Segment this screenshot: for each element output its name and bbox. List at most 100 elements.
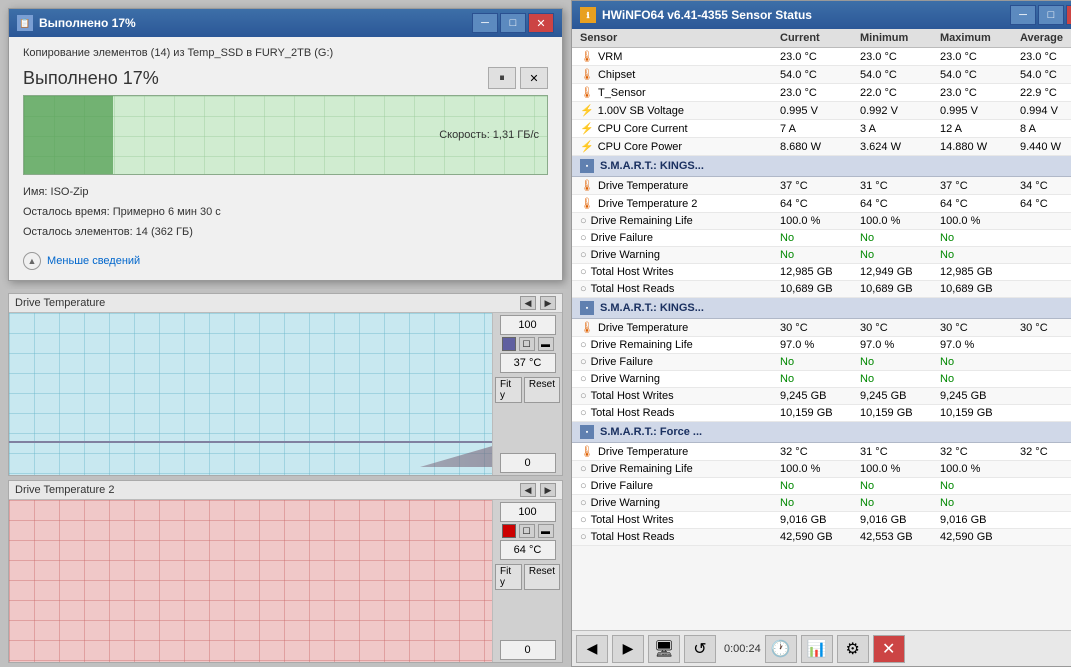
table-row: ○Drive Failure NoNoNo bbox=[572, 230, 1071, 247]
section-icon-3: ▪ bbox=[580, 425, 594, 439]
cancel-copy-button[interactable]: ✕ bbox=[520, 67, 548, 89]
pause-button[interactable]: ⏸ bbox=[488, 67, 516, 89]
hwinfo-maximize[interactable]: □ bbox=[1038, 5, 1064, 25]
chart-graph-2 bbox=[9, 500, 492, 662]
reset-btn-1[interactable]: Reset bbox=[524, 377, 560, 403]
col-current: Current bbox=[776, 31, 856, 45]
sensor-name: ○Drive Failure bbox=[576, 479, 776, 493]
val-min: 3 A bbox=[856, 122, 936, 136]
sensor-name: ○Drive Remaining Life bbox=[576, 462, 776, 476]
val-max: 23.0 °C bbox=[936, 50, 1016, 64]
val-max: 23.0 °C bbox=[936, 86, 1016, 100]
nav-next-button[interactable]: ▶ bbox=[612, 635, 644, 663]
close-button[interactable]: ✕ bbox=[528, 13, 554, 33]
section-title-1: S.M.A.R.T.: KINGS... bbox=[600, 160, 704, 172]
progress-bar: Скорость: 1,31 ГБ/с bbox=[23, 95, 548, 175]
chart-panel-1: Drive Temperature ◀ ▶ 100 ☐ ▬ bbox=[8, 293, 563, 476]
section-icon-2: ▪ bbox=[580, 301, 594, 315]
val-min: 22.0 °C bbox=[856, 86, 936, 100]
chart-max-val-1: 100 bbox=[500, 315, 556, 335]
scroll-left-2[interactable]: ◀ bbox=[520, 483, 536, 497]
scroll-left-1[interactable]: ◀ bbox=[520, 296, 536, 310]
val-min: 23.0 °C bbox=[856, 50, 936, 64]
reset-button[interactable]: ↺ bbox=[684, 635, 716, 663]
color-check-1[interactable]: ☐ bbox=[519, 337, 535, 351]
chart-grid-1 bbox=[9, 313, 492, 475]
progress-controls: ⏸ ✕ bbox=[488, 67, 548, 89]
details-toggle[interactable]: ▲ Меньше сведений bbox=[23, 252, 548, 270]
nav-prev-button[interactable]: ◀ bbox=[576, 635, 608, 663]
chart-title-bar-2: Drive Temperature 2 ◀ ▶ bbox=[9, 481, 562, 500]
settings-button[interactable]: ⚙ bbox=[837, 635, 869, 663]
table-row: ○Total Host Reads 42,590 GB42,553 GB42,5… bbox=[572, 529, 1071, 546]
table-row: ○Drive Remaining Life 100.0 %100.0 %100.… bbox=[572, 213, 1071, 230]
val-min: 54.0 °C bbox=[856, 68, 936, 82]
sensor-name: ○Total Host Writes bbox=[576, 265, 776, 279]
hwinfo-close[interactable]: ✕ bbox=[1066, 5, 1071, 25]
sensor-scroll-area[interactable]: 🌡VRM 23.0 °C 23.0 °C 23.0 °C 23.0 °C 🌡Ch… bbox=[572, 48, 1071, 630]
circle-icon: ○ bbox=[580, 249, 587, 261]
col-sensor: Sensor bbox=[576, 31, 776, 45]
val-current: 54.0 °C bbox=[776, 68, 856, 82]
hwinfo-statusbar: ◀ ▶ 🖥 ↺ 0:00:24 🕐 📊 ⚙ ✕ bbox=[572, 630, 1071, 666]
fit-btn-1[interactable]: Fit y bbox=[495, 377, 522, 403]
table-row: 🌡Drive Temperature 37 °C31 °C37 °C34 °C bbox=[572, 177, 1071, 195]
color-check-2[interactable]: ☐ bbox=[519, 524, 535, 538]
circle-icon: ○ bbox=[580, 514, 587, 526]
reset-btn-2[interactable]: Reset bbox=[524, 564, 560, 590]
color-line-1[interactable]: ▬ bbox=[538, 337, 554, 351]
sensor-name: ○Total Host Writes bbox=[576, 513, 776, 527]
charts-area: Drive Temperature ◀ ▶ 100 ☐ ▬ bbox=[0, 289, 571, 667]
color-line-2[interactable]: ▬ bbox=[538, 524, 554, 538]
close-statusbar-button[interactable]: ✕ bbox=[873, 635, 905, 663]
hwinfo-minimize[interactable]: ─ bbox=[1010, 5, 1036, 25]
sensor-name: 🌡Drive Temperature bbox=[576, 320, 776, 335]
sensor-name: ○Total Host Reads bbox=[576, 406, 776, 420]
sensor-name: ⚡1.00V SB Voltage bbox=[576, 103, 776, 118]
table-row: ○Total Host Writes 12,985 GB12,949 GB12,… bbox=[572, 264, 1071, 281]
hwinfo-titlebar-controls: ─ □ ✕ bbox=[1010, 5, 1071, 25]
monitor-button[interactable]: 🖥 bbox=[648, 635, 680, 663]
hwinfo-title-left: ℹ HWiNFO64 v6.41-4355 Sensor Status bbox=[580, 7, 812, 23]
fit-btn-2[interactable]: Fit y bbox=[495, 564, 522, 590]
sensor-name: ⚡CPU Core Current bbox=[576, 121, 776, 136]
table-row: 🌡Drive Temperature 30 °C30 °C30 °C30 °C bbox=[572, 319, 1071, 337]
circle-icon: ○ bbox=[580, 339, 587, 351]
progress-title: Выполнено 17% bbox=[23, 68, 159, 89]
chart-min-val-2: 0 bbox=[500, 640, 556, 660]
chart-controls-2: ◀ ▶ bbox=[520, 483, 556, 497]
report-button[interactable]: 📊 bbox=[801, 635, 833, 663]
clock-button[interactable]: 🕐 bbox=[765, 635, 797, 663]
col-minimum: Minimum bbox=[856, 31, 936, 45]
bolt-icon: ⚡ bbox=[580, 104, 594, 117]
circle-icon: ○ bbox=[580, 480, 587, 492]
dialog-body: Копирование элементов (14) из Temp_SSD в… bbox=[9, 37, 562, 280]
col-maximum: Maximum bbox=[936, 31, 1016, 45]
sensor-name: ○Drive Remaining Life bbox=[576, 338, 776, 352]
circle-icon: ○ bbox=[580, 266, 587, 278]
flame-icon: 🌡 bbox=[580, 50, 594, 63]
scroll-right-1[interactable]: ▶ bbox=[540, 296, 556, 310]
val-avg: 54.0 °C bbox=[1016, 68, 1071, 82]
bolt-icon: ⚡ bbox=[580, 140, 594, 153]
table-row: ○Drive Remaining Life 100.0 %100.0 %100.… bbox=[572, 461, 1071, 478]
sensor-name: ⚡CPU Core Power bbox=[576, 139, 776, 154]
sensor-name: ○Total Host Reads bbox=[576, 530, 776, 544]
scroll-right-2[interactable]: ▶ bbox=[540, 483, 556, 497]
flame-icon: 🌡 bbox=[580, 86, 594, 99]
circle-icon: ○ bbox=[580, 463, 587, 475]
section-header-1: ▪ S.M.A.R.T.: KINGS... bbox=[572, 156, 1071, 177]
table-row: ⚡1.00V SB Voltage 0.995 V 0.992 V 0.995 … bbox=[572, 102, 1071, 120]
sensor-name: ○Drive Warning bbox=[576, 496, 776, 510]
minimize-button[interactable]: ─ bbox=[472, 13, 498, 33]
table-row: ○Drive Warning NoNoNo bbox=[572, 247, 1071, 264]
chart-line-1 bbox=[9, 441, 492, 443]
section-header-2: ▪ S.M.A.R.T.: KINGS... bbox=[572, 298, 1071, 319]
chart-color-row-1: ☐ ▬ bbox=[502, 337, 554, 351]
maximize-button[interactable]: □ bbox=[500, 13, 526, 33]
sensor-name: ○Drive Failure bbox=[576, 231, 776, 245]
table-row: ○Drive Warning NoNoNo bbox=[572, 371, 1071, 388]
flame-icon: 🌡 bbox=[580, 321, 594, 334]
chart-title-bar-1: Drive Temperature ◀ ▶ bbox=[9, 294, 562, 313]
chart-sidebar-2: 100 ☐ ▬ 64 °C Fit y Reset 0 bbox=[492, 500, 562, 662]
